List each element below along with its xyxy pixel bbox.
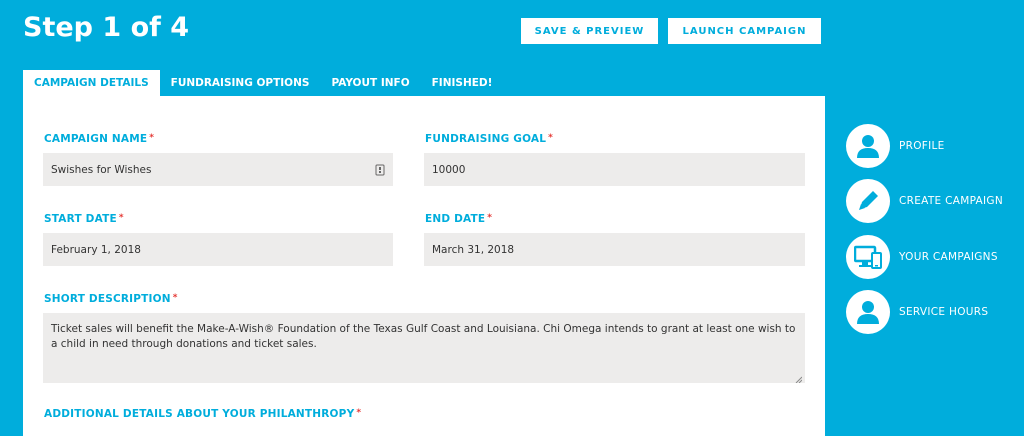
end-date-field[interactable]: March 31, 2018	[424, 233, 805, 266]
resize-handle-icon[interactable]	[795, 373, 803, 384]
fundraising-goal-label: FUNDRAISING GOAL *	[425, 133, 554, 145]
short-description-value: Ticket sales will benefit the Make-A-Wis…	[51, 323, 796, 350]
tab-campaign-details[interactable]: CAMPAIGN DETAILS	[23, 70, 160, 96]
pencil-icon	[846, 179, 890, 223]
short-description-label: SHORT DESCRIPTION *	[44, 293, 178, 305]
required-marker: *	[118, 213, 124, 223]
start-date-field[interactable]: February 1, 2018	[43, 233, 393, 266]
fundraising-goal-field[interactable]: 10000	[424, 153, 805, 186]
fundraising-goal-value: 10000	[432, 163, 466, 176]
sidebar-item-profile[interactable]: PROFILE	[846, 124, 945, 168]
sidebar-item-create-campaign[interactable]: CREATE CAMPAIGN	[846, 179, 1003, 223]
tab-fundraising-options[interactable]: FUNDRAISING OPTIONS	[160, 70, 321, 96]
devices-icon	[846, 235, 890, 279]
start-date-label: START DATE *	[44, 213, 124, 225]
end-date-label: END DATE *	[425, 213, 493, 225]
autofill-icon[interactable]	[375, 164, 385, 176]
required-marker: *	[548, 133, 554, 143]
sidebar-item-label: SERVICE HOURS	[899, 306, 989, 318]
campaign-name-value: Swishes for Wishes	[51, 163, 152, 176]
start-date-value: February 1, 2018	[51, 243, 141, 256]
step-tabs: CAMPAIGN DETAILS FUNDRAISING OPTIONS PAY…	[23, 70, 503, 96]
campaign-details-form: CAMPAIGN NAME * Swishes for Wishes FUNDRA…	[23, 96, 825, 436]
sidebar-item-label: PROFILE	[899, 140, 945, 152]
required-marker: *	[172, 293, 178, 303]
additional-details-label: ADDITIONAL DETAILS ABOUT YOUR PHILANTHRO…	[44, 408, 362, 420]
launch-campaign-button[interactable]: LAUNCH CAMPAIGN	[668, 18, 821, 44]
campaign-name-field[interactable]: Swishes for Wishes	[43, 153, 393, 186]
short-description-textarea[interactable]: Ticket sales will benefit the Make-A-Wis…	[43, 313, 805, 384]
tab-payout-info[interactable]: PAYOUT INFO	[320, 70, 420, 96]
tab-finished[interactable]: FINISHED!	[421, 70, 504, 96]
sidebar-item-label: CREATE CAMPAIGN	[899, 195, 1004, 207]
required-marker: *	[149, 133, 155, 143]
user-icon	[846, 124, 890, 168]
page-title: Step 1 of 4	[23, 12, 190, 43]
end-date-value: March 31, 2018	[432, 243, 515, 256]
save-preview-button[interactable]: SAVE & PREVIEW	[521, 18, 658, 44]
user-icon	[846, 290, 890, 334]
required-marker: *	[356, 408, 362, 418]
campaign-name-label: CAMPAIGN NAME *	[44, 133, 155, 145]
sidebar-item-service-hours[interactable]: SERVICE HOURS	[846, 290, 988, 334]
required-marker: *	[487, 213, 493, 223]
sidebar-item-your-campaigns[interactable]: YOUR CAMPAIGNS	[846, 235, 998, 279]
sidebar-item-label: YOUR CAMPAIGNS	[899, 251, 998, 263]
